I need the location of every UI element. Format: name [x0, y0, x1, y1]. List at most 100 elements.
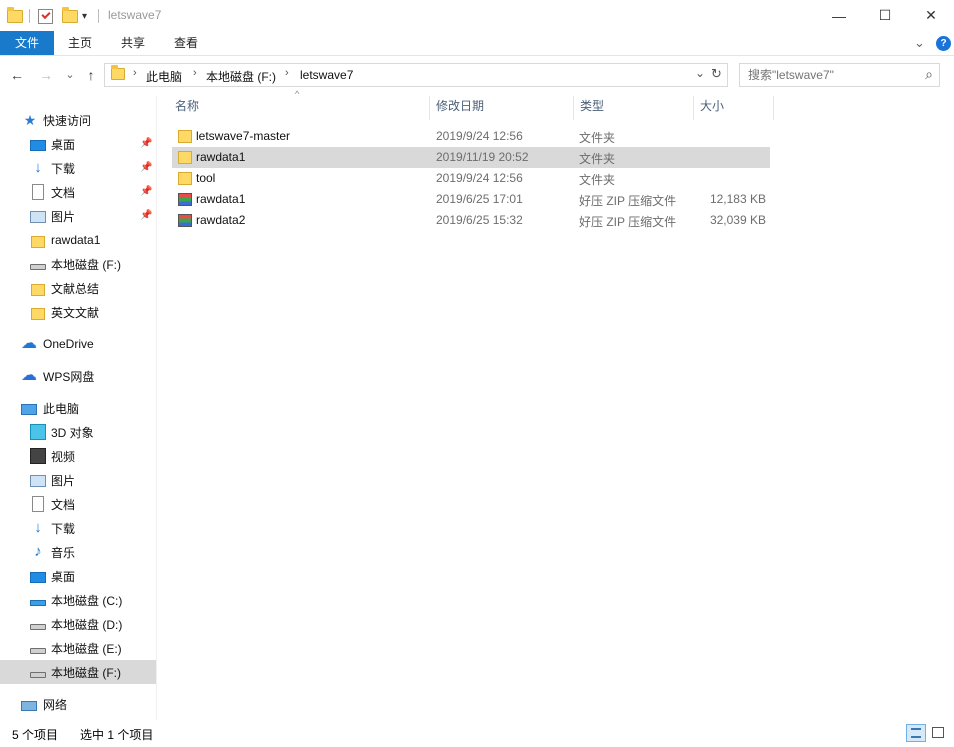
column-header-date[interactable]: 修改日期: [436, 96, 484, 120]
folder-icon: [178, 151, 192, 164]
sidebar-item-pc-pictures[interactable]: 图片: [0, 468, 156, 492]
forward-button[interactable]: →: [37, 66, 55, 84]
ribbon-expand-icon[interactable]: ⌄: [914, 35, 925, 51]
properties-icon[interactable]: [38, 7, 53, 25]
file-type: 文件夹: [579, 131, 616, 145]
breadcrumb-letswave7[interactable]: letswave7: [300, 68, 353, 82]
pin-icon: 📌: [140, 162, 153, 173]
quick-access-dropdown-icon[interactable]: ▾: [82, 7, 87, 25]
file-row[interactable]: letswave7-master 2019/9/24 12:56 文件夹: [172, 126, 770, 147]
minimize-button[interactable]: —: [816, 0, 862, 31]
window-title: letswave7: [108, 8, 162, 22]
tab-view[interactable]: 查看: [174, 31, 198, 55]
pane-divider[interactable]: [156, 96, 157, 720]
search-icon[interactable]: ⌕: [925, 66, 933, 83]
sidebar-item-3d-objects[interactable]: 3D 对象: [0, 420, 156, 444]
sidebar-item-quick-access[interactable]: ★ 快速访问: [0, 108, 156, 132]
sidebar-item-pc-downloads[interactable]: ↓ 下载: [0, 516, 156, 540]
new-folder-icon[interactable]: [62, 6, 78, 25]
download-icon: ↓: [34, 159, 42, 176]
sidebar-item-english-literature[interactable]: 英文文献: [0, 300, 156, 324]
close-button[interactable]: ✕: [908, 0, 954, 31]
pin-icon: 📌: [140, 138, 153, 149]
sidebar-item-label: 此电脑: [43, 401, 80, 416]
sidebar-item-drive-c[interactable]: 本地磁盘 (C:): [0, 588, 156, 612]
music-icon: ♪: [34, 543, 42, 560]
tab-file[interactable]: 文件: [0, 31, 54, 55]
file-size: 12,183 KB: [709, 192, 766, 206]
pin-icon: 📌: [140, 186, 153, 197]
sidebar-item-label: 3D 对象: [51, 425, 94, 440]
sidebar-item-documents[interactable]: 文档 📌: [0, 180, 156, 204]
file-row[interactable]: rawdata2 2019/6/25 15:32 好压 ZIP 压缩文件 32,…: [172, 210, 770, 231]
sidebar-item-wps-cloud[interactable]: ☁ WPS网盘: [0, 364, 156, 388]
sidebar-item-downloads[interactable]: ↓ 下载 📌: [0, 156, 156, 180]
file-row[interactable]: tool 2019/9/24 12:56 文件夹: [172, 168, 770, 189]
search-input[interactable]: [748, 67, 918, 83]
3d-objects-icon: [30, 424, 46, 440]
breadcrumb-this-pc[interactable]: 此电脑: [146, 68, 182, 85]
sidebar-item-label: 英文文献: [51, 305, 100, 320]
navigation-pane: ★ 快速访问 桌面 📌 ↓ 下载 📌 文档 📌 图片 📌 rawdata1 本地…: [0, 96, 156, 720]
column-divider[interactable]: [693, 96, 694, 120]
column-divider[interactable]: [429, 96, 430, 120]
item-count: 5 个项目: [12, 728, 59, 742]
details-view-button[interactable]: [906, 724, 926, 742]
tab-share[interactable]: 共享: [121, 31, 145, 55]
breadcrumb-separator-icon[interactable]: ›: [193, 67, 197, 79]
back-button[interactable]: ←: [8, 66, 26, 84]
breadcrumb-separator-icon[interactable]: ›: [285, 67, 289, 79]
file-row[interactable]: rawdata1 2019/6/25 17:01 好压 ZIP 压缩文件 12,…: [172, 189, 770, 210]
large-icons-view-button[interactable]: [928, 724, 948, 742]
column-header-size[interactable]: 大小: [700, 96, 724, 120]
column-divider[interactable]: [573, 96, 574, 120]
refresh-icon[interactable]: ↻: [711, 66, 722, 82]
sidebar-item-rawdata1[interactable]: rawdata1: [0, 228, 156, 252]
sidebar-item-drive-f-quick[interactable]: 本地磁盘 (F:): [0, 252, 156, 276]
sort-ascending-icon: ^: [295, 89, 300, 99]
sidebar-item-this-pc[interactable]: 此电脑: [0, 396, 156, 420]
sidebar-item-network[interactable]: 网络: [0, 692, 156, 716]
sidebar-item-pc-documents[interactable]: 文档: [0, 492, 156, 516]
tab-home[interactable]: 主页: [68, 31, 92, 55]
column-header-type[interactable]: 类型: [580, 96, 604, 120]
breadcrumb-separator-icon[interactable]: ›: [133, 67, 137, 79]
address-dropdown-icon[interactable]: ⌄: [695, 66, 705, 80]
sidebar-item-label: 下载: [51, 161, 76, 176]
sidebar-item-label: 网络: [43, 697, 68, 712]
sidebar-item-drive-f[interactable]: 本地磁盘 (F:): [0, 660, 156, 684]
sidebar-item-videos[interactable]: 视频: [0, 444, 156, 468]
video-icon: [30, 448, 46, 464]
sidebar-item-desktop[interactable]: 桌面 📌: [0, 132, 156, 156]
sidebar-item-music[interactable]: ♪ 音乐: [0, 540, 156, 564]
sidebar-item-pictures[interactable]: 图片 📌: [0, 204, 156, 228]
sidebar-item-label: 桌面: [51, 569, 76, 584]
sidebar-item-label: 文献总结: [51, 281, 100, 296]
help-icon[interactable]: ?: [936, 36, 951, 51]
sidebar-item-pc-desktop[interactable]: 桌面: [0, 564, 156, 588]
file-type: 文件夹: [579, 173, 616, 187]
column-divider[interactable]: [773, 96, 774, 120]
maximize-button[interactable]: ☐: [862, 0, 908, 31]
file-name: tool: [196, 171, 216, 185]
file-date: 2019/6/25 15:32: [436, 213, 523, 227]
navigation-bar: ← → ⌄ ↑ › 此电脑 › 本地磁盘 (F:) › letswave7 ⌄ …: [0, 60, 954, 90]
drive-icon: [30, 672, 46, 678]
column-header-name[interactable]: 名称: [175, 96, 199, 120]
folder-icon: [178, 130, 192, 143]
document-icon: [32, 184, 44, 200]
recent-locations-button[interactable]: ⌄: [61, 66, 79, 84]
search-box[interactable]: ⌕: [739, 63, 940, 87]
sidebar-item-label: 音乐: [51, 545, 76, 560]
folder-icon: [31, 283, 45, 296]
breadcrumb-drive-f[interactable]: 本地磁盘 (F:): [206, 68, 276, 85]
address-bar[interactable]: › 此电脑 › 本地磁盘 (F:) › letswave7 ⌄ ↻: [104, 63, 728, 87]
sidebar-item-drive-d[interactable]: 本地磁盘 (D:): [0, 612, 156, 636]
sidebar-item-label: 桌面: [51, 137, 76, 152]
star-icon: ★: [23, 112, 37, 128]
sidebar-item-onedrive[interactable]: ☁ OneDrive: [0, 332, 156, 356]
up-button[interactable]: ↑: [82, 66, 100, 84]
sidebar-item-drive-e[interactable]: 本地磁盘 (E:): [0, 636, 156, 660]
sidebar-item-literature-summary[interactable]: 文献总结: [0, 276, 156, 300]
file-row[interactable]: rawdata1 2019/11/19 20:52 文件夹: [172, 147, 770, 168]
